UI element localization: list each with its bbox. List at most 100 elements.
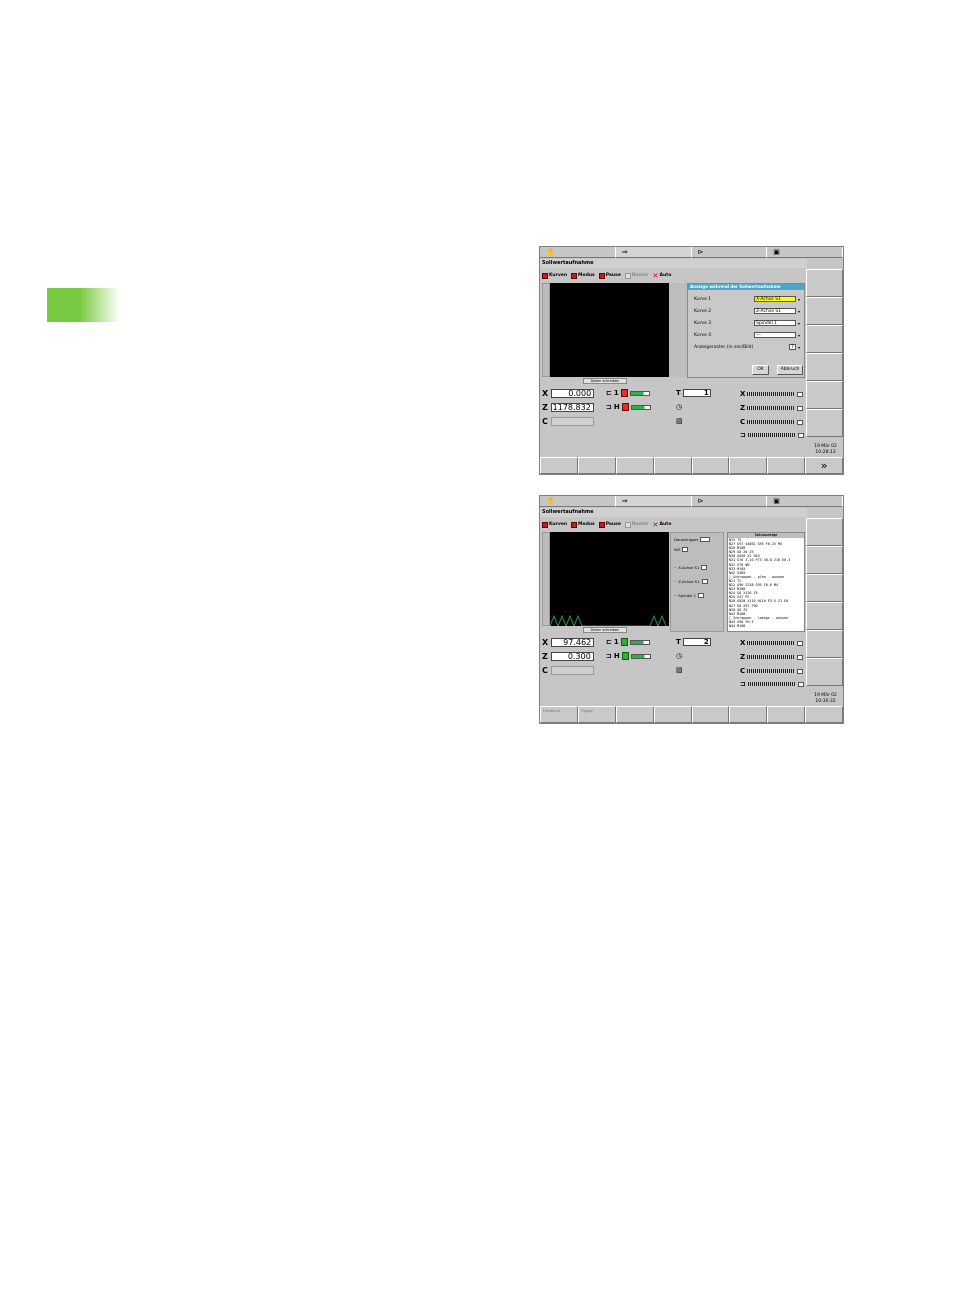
softkey-v2[interactable]: [806, 297, 843, 325]
softkey-v6[interactable]: [806, 409, 843, 437]
oscilloscope-display: [550, 283, 669, 377]
softkey-v1[interactable]: [806, 269, 843, 297]
softkey-v4[interactable]: [806, 353, 843, 381]
softkey-next[interactable]: »: [805, 457, 843, 474]
dropdown-arrow-icon[interactable]: ▾: [798, 309, 800, 314]
clock: 19 Mär 02 10:28:13: [814, 444, 837, 455]
softkey-h7[interactable]: [767, 706, 806, 723]
run-icon: [621, 652, 629, 660]
tab-save[interactable]: ▣: [767, 247, 843, 258]
y-scale: [542, 532, 550, 626]
ok-button[interactable]: OK: [752, 365, 769, 375]
display-dialog: Anzeige während der Sollwertaufnahme Kur…: [687, 283, 805, 378]
dialog-row-curve2: Kurve 2 Z-Achse S1 ▾: [694, 308, 801, 314]
menu-auto[interactable]: ✕ Auto: [652, 272, 671, 280]
softkey-v3[interactable]: [806, 325, 843, 353]
hand-icon: ✋: [546, 248, 555, 256]
softkey-v5[interactable]: [806, 630, 843, 658]
tab-manual[interactable]: ✋: [540, 496, 616, 507]
softkey-h7[interactable]: [767, 457, 806, 474]
softkey-h3[interactable]: [615, 706, 654, 723]
y-scale: [542, 283, 550, 377]
menu-raster[interactable]: Raster: [624, 521, 648, 529]
load-spindle: ⊐: [740, 680, 804, 688]
tab-save[interactable]: ▣: [767, 496, 843, 507]
softkey-h8[interactable]: [805, 706, 843, 723]
dropdown-arrow-icon[interactable]: ▾: [798, 321, 800, 326]
tool-t: T1: [676, 389, 711, 397]
softkey-h4[interactable]: [653, 706, 692, 723]
menu-pause[interactable]: Pause: [598, 272, 621, 280]
curve3-select[interactable]: Spindel 1: [754, 320, 796, 326]
counter-icon: ▨: [676, 666, 683, 674]
chapter-marker: [47, 288, 120, 322]
feed-bar: [629, 639, 650, 645]
clock: 19 Mär 02 10:30:32: [814, 693, 837, 704]
load-scale: [747, 641, 796, 645]
pos-x: X 97.462: [542, 638, 595, 647]
softkey-h6[interactable]: [729, 457, 768, 474]
clock-icon: ◷: [676, 652, 683, 660]
softkey-v1[interactable]: [806, 518, 843, 546]
counter: ▨: [676, 417, 683, 425]
tab-transfer[interactable]: ⊳: [691, 496, 768, 507]
spindle-load-icon: ⊐: [740, 680, 746, 688]
program-run-icon: ⇒: [621, 497, 628, 505]
menu-modus[interactable]: Modus: [571, 272, 595, 280]
disk-icon: ▣: [773, 248, 780, 256]
softkey-v4[interactable]: [806, 602, 843, 630]
softkey-h5[interactable]: [691, 457, 730, 474]
menu-kurven[interactable]: Kurven: [542, 521, 567, 529]
menu-bar: Kurven Modus Pause Raster ✕ Auto: [540, 521, 686, 529]
softkey-h2[interactable]: [577, 457, 616, 474]
cancel-button[interactable]: Abbruch: [777, 365, 803, 375]
load-spindle: ⊐: [740, 431, 804, 439]
softkey-h1[interactable]: [540, 457, 578, 474]
menu-modus[interactable]: Modus: [571, 521, 595, 529]
window-title: Sollwertaufnahme: [540, 508, 807, 517]
softkey-h3[interactable]: [615, 457, 654, 474]
mode-icon: [571, 522, 578, 528]
pos-x: X 0.000: [542, 389, 595, 398]
dropdown-arrow-icon[interactable]: ▾: [798, 345, 800, 350]
tab-program[interactable]: ⇒: [615, 496, 692, 507]
softkey-h2[interactable]: Trigger: [577, 706, 616, 723]
dropdown-arrow-icon[interactable]: ▾: [798, 297, 800, 302]
raster-select[interactable]: 7: [789, 344, 796, 350]
softkey-v5[interactable]: [806, 381, 843, 409]
tab-program[interactable]: ⇒: [615, 247, 692, 258]
clock-icon: ◷: [676, 403, 683, 411]
dropdown-arrow-icon[interactable]: ▾: [798, 333, 800, 338]
curve2-select[interactable]: Z-Achse S1: [754, 308, 796, 314]
menu-auto[interactable]: ✕ Auto: [652, 521, 671, 529]
curve4-select[interactable]: ---: [754, 332, 796, 338]
load-scale: [747, 669, 796, 673]
softkey-v3[interactable]: [806, 574, 843, 602]
write-data-label[interactable]: Daten schreiben: [583, 378, 627, 384]
write-data-label[interactable]: Daten schreiben: [583, 627, 627, 633]
menu-kurven[interactable]: Kurven: [542, 272, 567, 280]
dialog-row-curve3: Kurve 3 Spindel 1 ▾: [694, 320, 801, 326]
softkey-h6[interactable]: [729, 706, 768, 723]
dialog-row-raster: Anzeigeraster (in sec/Bild) 7 ▾: [694, 344, 801, 350]
timer: ◷: [676, 652, 682, 660]
counter-icon: ▨: [676, 417, 683, 425]
menu-raster[interactable]: Raster: [624, 272, 648, 280]
softkey-h5[interactable]: [691, 706, 730, 723]
counter: ▨: [676, 666, 683, 674]
dialog-row-curve1: Kurve 1 X-Achse S1 ▾: [694, 296, 801, 302]
feed-icon: ⊏: [606, 389, 612, 397]
menu-pause[interactable]: Pause: [598, 521, 621, 529]
double-chevron-right-icon: »: [820, 459, 828, 472]
grid-icon: [624, 522, 631, 528]
softkey-v6[interactable]: [806, 658, 843, 686]
softkey-v2[interactable]: [806, 546, 843, 574]
tab-transfer[interactable]: ⊳: [691, 247, 768, 258]
feed-icon: ⊏: [606, 638, 612, 646]
curve1-select[interactable]: X-Achse S1: [754, 296, 796, 302]
softkey-h1[interactable]: Fensterlst: [540, 706, 578, 723]
tab-manual[interactable]: ✋: [540, 247, 616, 258]
oscilloscope-display: [550, 532, 669, 626]
mode-tabs: ✋ ⇒ ⊳ ▣: [540, 496, 843, 507]
softkey-h4[interactable]: [653, 457, 692, 474]
